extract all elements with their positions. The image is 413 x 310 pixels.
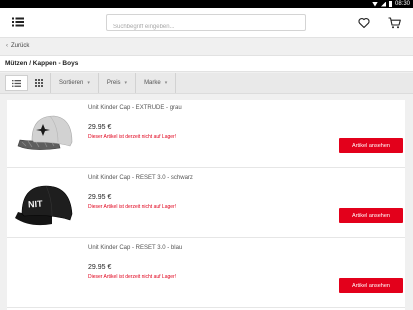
price-filter-label: Preis [106,80,121,86]
chevron-down-icon: ▾ [87,80,90,86]
product-name[interactable]: Unit Kinder Cap - RESET 3.0 - blau [88,245,182,251]
product-image-cap-black[interactable]: NIT [12,176,78,232]
back-label: Zurück [11,43,30,49]
product-image-cap-grey[interactable] [12,106,78,162]
view-article-button[interactable]: Artikel ansehen [339,278,403,293]
grid-view-toggle[interactable] [28,73,51,93]
product-name[interactable]: Unit Kinder Cap - RESET 3.0 - schwarz [88,175,193,181]
wifi-icon [371,1,378,7]
grid-view-icon [35,79,43,87]
sort-label: Sortieren [59,80,84,86]
app-header [0,8,413,38]
product-card[interactable]: NIT Unit Kinder Cap - RESET 3.0 - schwar… [7,170,405,238]
stock-warning: Dieser Artikel ist derzeit nicht auf Lag… [88,274,177,280]
product-price: 29.95 € [88,194,112,201]
search-box [106,14,306,35]
signal-icon [380,1,386,7]
chevron-down-icon: ▾ [164,80,168,86]
cart-icon[interactable] [388,17,401,29]
product-card[interactable]: Unit Kinder Cap - EXTRUDE - grau 29.95 €… [7,100,405,168]
chevron-left-icon: ‹ [6,43,8,49]
product-name[interactable]: Unit Kinder Cap - EXTRUDE - grau [88,105,182,111]
price-filter-dropdown[interactable]: Preis ▾ [99,73,137,93]
search-input[interactable] [107,19,305,35]
product-price: 29.95 € [88,264,112,271]
product-list: Unit Kinder Cap - EXTRUDE - grau 29.95 €… [7,100,405,310]
filter-bar: Sortieren ▾ Preis ▾ Marke ▾ [0,73,413,94]
stock-warning: Dieser Artikel ist derzeit nicht auf Lag… [88,204,177,210]
list-view-icon [12,79,21,87]
battery-icon [388,1,392,7]
svg-text:NIT: NIT [28,199,44,210]
list-view-toggle[interactable] [5,75,28,91]
status-bar: 08:30 [0,0,413,8]
view-article-button[interactable]: Artikel ansehen [339,208,403,223]
back-link[interactable]: ‹ Zurück [0,39,413,53]
menu-icon[interactable] [12,16,24,28]
status-time: 08:30 [394,1,410,7]
category-title: Mützen / Kappen - Boys [0,55,413,72]
heart-icon[interactable] [358,17,370,29]
brand-filter-label: Marke [144,80,161,86]
stock-warning: Dieser Artikel ist derzeit nicht auf Lag… [88,134,177,140]
product-card[interactable]: Unit Kinder Cap - RESET 3.0 - blau 29.95… [7,240,405,308]
view-article-button[interactable]: Artikel ansehen [339,138,403,153]
product-price: 29.95 € [88,124,112,131]
chevron-down-icon: ▾ [124,80,128,86]
brand-filter-dropdown[interactable]: Marke ▾ [136,73,177,93]
sort-dropdown[interactable]: Sortieren ▾ [51,73,99,93]
